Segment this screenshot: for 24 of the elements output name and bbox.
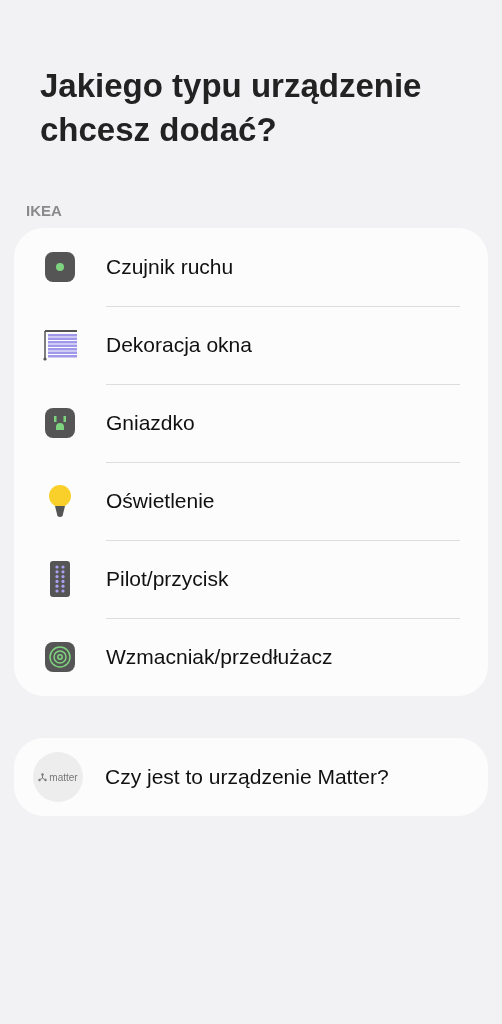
device-type-label: Czujnik ruchu [106, 254, 234, 279]
matter-label: Czy jest to urządzenie Matter? [105, 765, 389, 789]
device-type-item[interactable]: Gniazdko [14, 384, 488, 462]
page-title: Jakiego typu urządzenie chcesz dodać? [40, 66, 423, 150]
device-type-label: Wzmacniak/przedłużacz [106, 645, 333, 669]
device-type-item[interactable]: Oświetlenie [14, 462, 488, 540]
device-type-label: Oświetlenie [106, 488, 215, 513]
device-type-label: Dekoracja okna [106, 332, 252, 357]
device-type-label: Gniazdko [106, 410, 195, 435]
signal-rings-icon [45, 642, 75, 672]
matter-logo-text: matter [49, 771, 78, 783]
device-type-item[interactable]: Pilot/przycisk [14, 540, 488, 618]
device-type-item[interactable]: Czujnik ruchu [14, 228, 488, 306]
sensor-icon [45, 252, 75, 282]
matter-item[interactable]: matter Czy jest to urządzenie Matter? [14, 738, 488, 816]
remote-control-icon [50, 561, 70, 597]
device-type-label: Pilot/przycisk [106, 566, 229, 591]
device-type-item[interactable]: Wzmacniak/przedłużacz [14, 618, 488, 696]
window-blind-icon [42, 329, 78, 361]
light-bulb-icon [48, 485, 72, 517]
section-header: IKEA [26, 202, 63, 219]
power-outlet-icon [45, 408, 75, 438]
device-type-item[interactable]: Dekoracja okna [14, 306, 488, 384]
matter-logo-icon [38, 772, 48, 782]
